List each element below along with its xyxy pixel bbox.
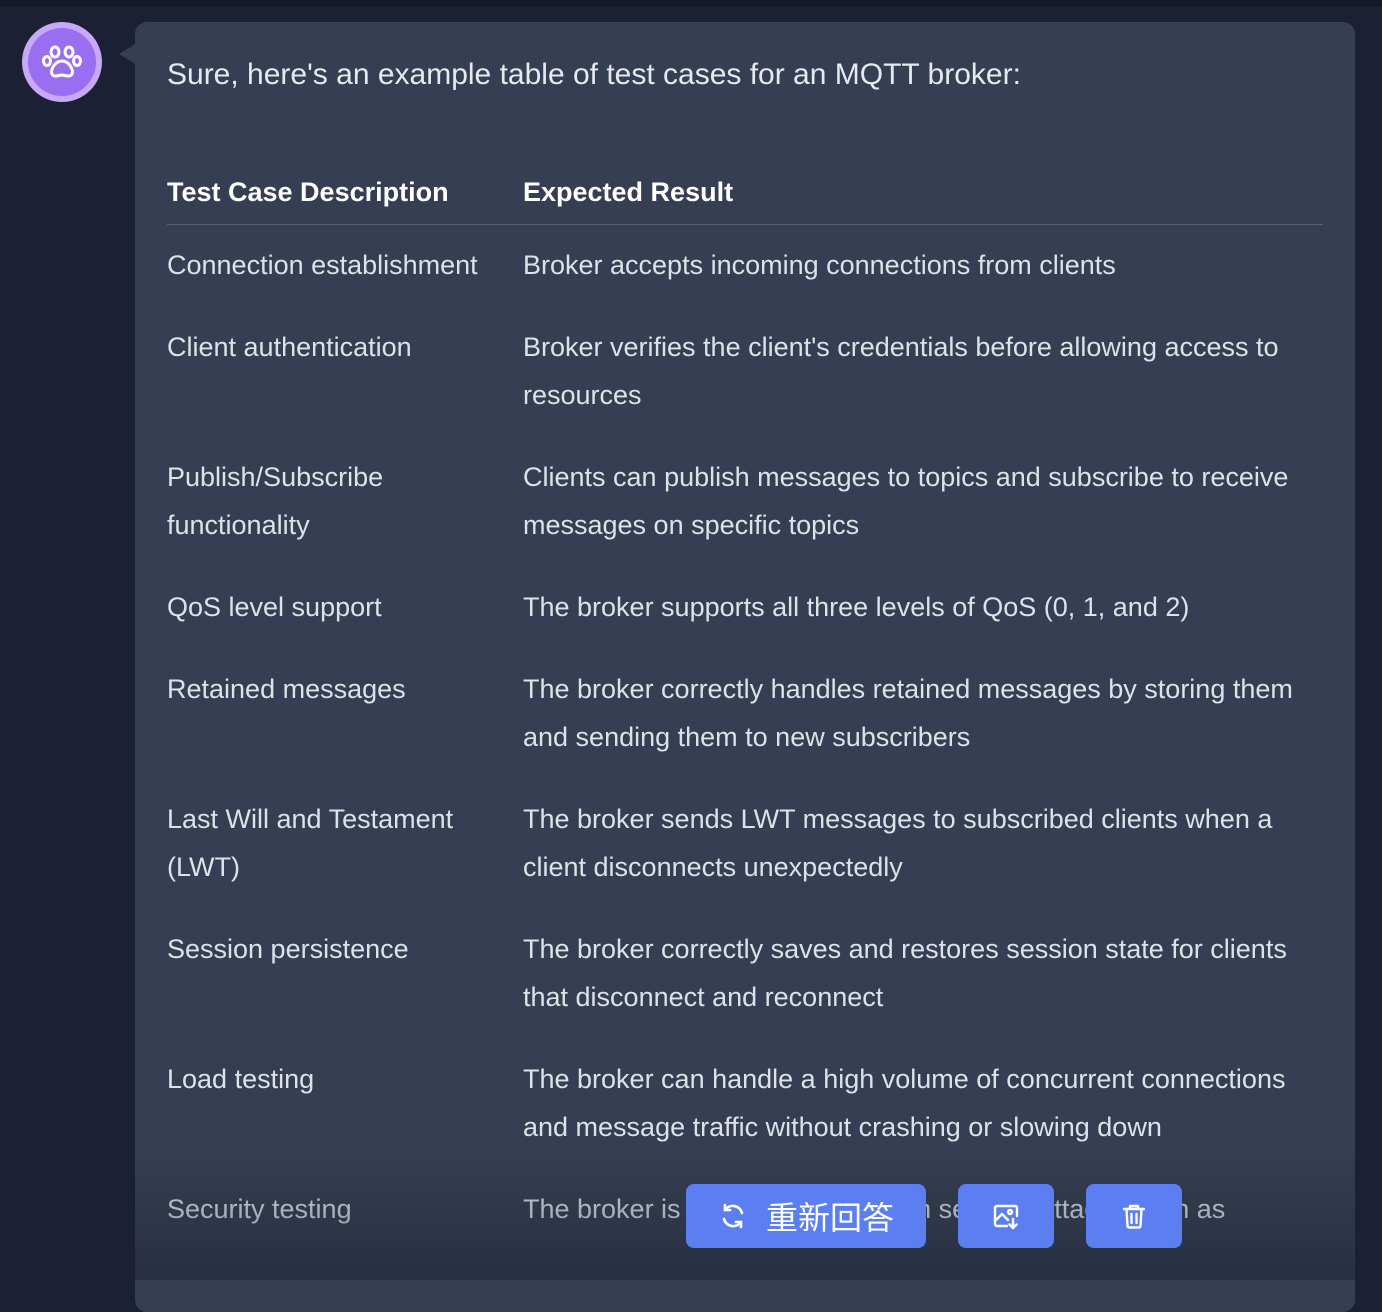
table-row: QoS level support The broker supports al…: [167, 565, 1323, 647]
cell-expected: Broker accepts incoming connections from…: [523, 250, 1116, 280]
export-image-button[interactable]: [958, 1184, 1054, 1248]
table-row: Client authentication Broker verifies th…: [167, 305, 1323, 435]
table-row: Retained messages The broker correctly h…: [167, 647, 1323, 777]
table-row: Session persistence The broker correctly…: [167, 907, 1323, 1037]
cell-expected: The broker can handle a high volume of c…: [523, 1064, 1286, 1142]
table-row: Publish/Subscribe functionality Clients …: [167, 435, 1323, 565]
column-header-expected: Expected Result: [523, 160, 1323, 225]
cell-description: Load testing: [167, 1064, 315, 1094]
regenerate-button[interactable]: 重新回答: [686, 1184, 926, 1248]
cell-expected: Clients can publish messages to topics a…: [523, 462, 1289, 540]
cell-expected: Broker verifies the client's credentials…: [523, 332, 1279, 410]
table-row: Connection establishment Broker accepts …: [167, 225, 1323, 306]
cell-description: Connection establishment: [167, 250, 478, 280]
cell-expected: The broker sends LWT messages to subscri…: [523, 804, 1273, 882]
paw-icon: [42, 45, 82, 78]
cell-expected: The broker correctly handles retained me…: [523, 674, 1293, 752]
top-edge: [0, 0, 1382, 6]
cell-expected: The broker correctly saves and restores …: [523, 934, 1287, 1012]
bubble-tail: [119, 44, 135, 64]
message-intro: Sure, here's an example table of test ca…: [167, 58, 1021, 91]
table-row: Load testing The broker can handle a hig…: [167, 1037, 1323, 1167]
regenerate-label: 重新回答: [765, 1200, 894, 1236]
cell-description: Publish/Subscribe functionality: [167, 462, 384, 540]
trash-icon: [1122, 1204, 1146, 1229]
cell-description: Last Will and Testament (LWT): [167, 804, 454, 882]
cell-description: Security testing: [167, 1194, 352, 1224]
test-case-table: Test Case Description Expected Result Co…: [167, 160, 1323, 1249]
column-header-description: Test Case Description: [167, 160, 523, 225]
cell-description: Session persistence: [167, 934, 409, 964]
image-export-icon: [993, 1204, 1019, 1230]
cell-description: Client authentication: [167, 332, 412, 362]
assistant-message: Sure, here's an example table of test ca…: [135, 22, 1355, 1312]
delete-button[interactable]: [1086, 1184, 1182, 1248]
cell-expected: The broker supports all three levels of …: [523, 592, 1190, 622]
cell-description: Retained messages: [167, 674, 406, 704]
table-row: Last Will and Testament (LWT) The broker…: [167, 777, 1323, 907]
cell-description: QoS level support: [167, 592, 382, 622]
assistant-avatar: [22, 22, 102, 102]
refresh-icon: [722, 1203, 744, 1229]
